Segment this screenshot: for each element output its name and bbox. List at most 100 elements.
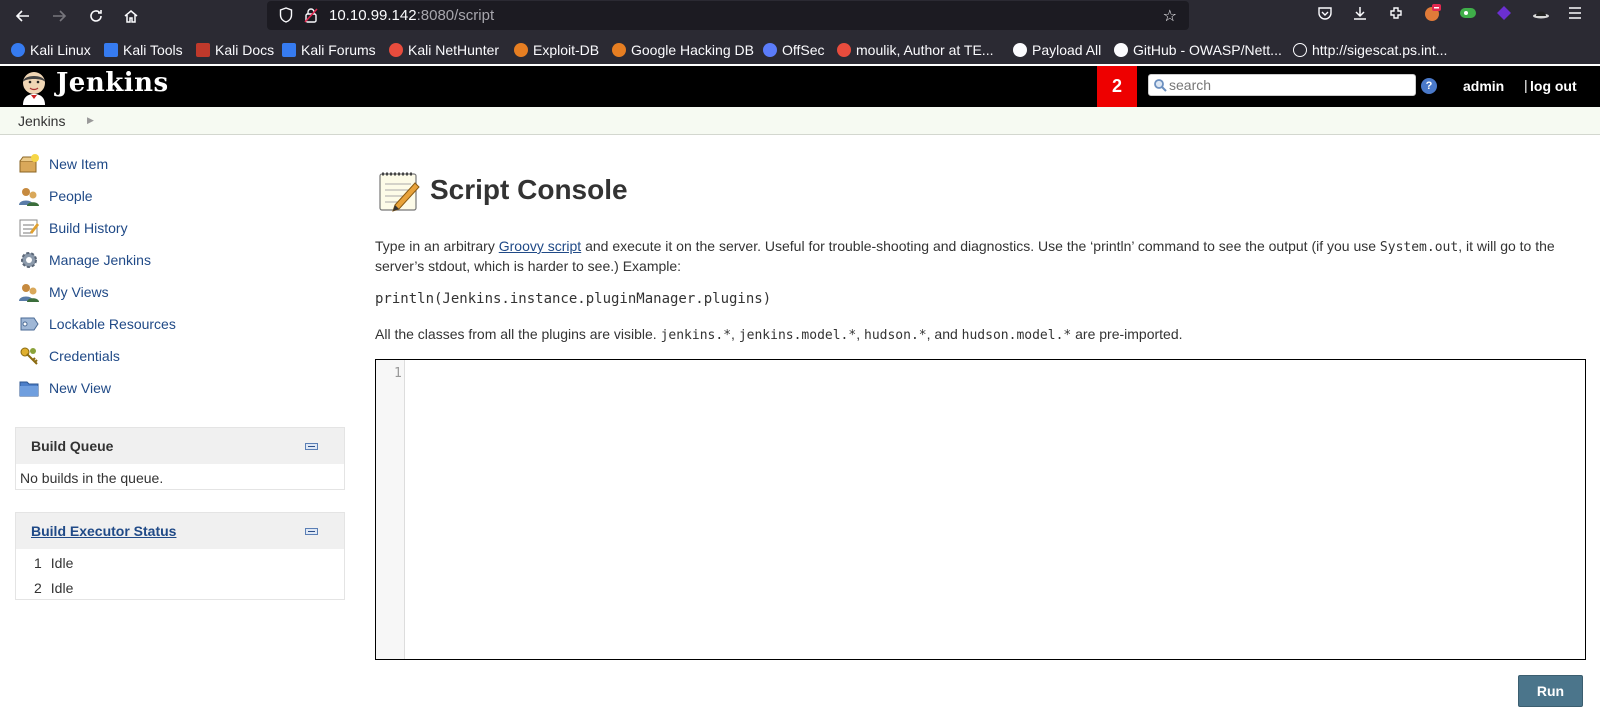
pocket-icon[interactable] <box>1312 0 1338 26</box>
kali-dragon-icon <box>11 43 25 57</box>
bookmark-label: GitHub - OWASP/Nett... <box>1133 42 1282 58</box>
pkg-separator: , <box>731 326 739 342</box>
build-queue-pane: Build Queue No builds in the queue. <box>15 427 345 490</box>
kali-docs-icon <box>196 43 210 57</box>
user-link[interactable]: admin <box>1463 78 1504 94</box>
bookmark-label: OffSec <box>782 42 825 58</box>
kali-tools-icon <box>104 43 118 57</box>
cookie-editor-icon[interactable] <box>1455 0 1481 26</box>
foxyproxy-icon[interactable] <box>1419 0 1445 26</box>
new-item-icon <box>19 154 39 173</box>
sidebar-item-new-view[interactable]: New View <box>18 377 111 399</box>
sidebar-item-my-views[interactable]: My Views <box>18 281 109 303</box>
sidebar-link[interactable]: People <box>49 188 93 204</box>
sidebar-item-people[interactable]: People <box>18 185 93 207</box>
executor-number: 2 <box>34 580 42 596</box>
sidebar-link[interactable]: Build History <box>49 220 128 236</box>
jenkins-header: Jenkins 2 ? admin | log out <box>0 66 1600 107</box>
collapse-icon[interactable] <box>305 528 318 535</box>
people-icon <box>19 188 39 206</box>
jenkins-logo-text[interactable]: Jenkins <box>56 68 169 98</box>
bookmark-kali-docs[interactable]: Kali Docs <box>196 42 274 58</box>
shield-icon[interactable] <box>279 7 293 23</box>
arrow-left-icon <box>15 10 29 22</box>
build-executor-title[interactable]: Build Executor Status <box>31 523 176 539</box>
logout-link[interactable]: log out <box>1530 78 1577 94</box>
menu-icon[interactable] <box>1562 0 1588 26</box>
build-queue-title: Build Queue <box>31 438 114 454</box>
url-bar[interactable]: 10.10.99.142:8080/script ☆ <box>267 1 1189 30</box>
forward-button[interactable] <box>46 3 72 29</box>
ghdb-icon <box>612 43 626 57</box>
breadcrumb-arrow-icon[interactable]: ▶ <box>87 115 94 126</box>
back-button[interactable] <box>10 3 36 29</box>
page-title: Script Console <box>430 174 628 205</box>
sidebar-link[interactable]: Manage Jenkins <box>49 252 151 268</box>
home-button[interactable] <box>118 3 144 29</box>
executor-row: 2 Idle <box>34 580 73 596</box>
bookmarks-bar: Kali Linux Kali Tools Kali Docs Kali For… <box>0 38 1600 64</box>
notification-badge[interactable]: 2 <box>1097 66 1137 107</box>
reload-button[interactable] <box>83 3 109 29</box>
pane-header: Build Queue <box>16 428 344 464</box>
sidebar-item-build-history[interactable]: Build History <box>18 217 128 239</box>
bookmark-google-hacking-db[interactable]: Google Hacking DB <box>612 42 754 58</box>
groovy-script-link[interactable]: Groovy script <box>499 238 581 254</box>
search-box[interactable] <box>1148 74 1416 96</box>
my-views-icon <box>19 284 39 302</box>
sidebar-link[interactable]: New Item <box>49 156 108 172</box>
bookmark-sigescat[interactable]: http://sigescat.ps.int... <box>1293 42 1447 58</box>
bookmark-kali-forums[interactable]: Kali Forums <box>282 42 376 58</box>
breadcrumb-jenkins[interactable]: Jenkins <box>18 113 65 129</box>
bookmark-label: Kali Tools <box>123 42 183 58</box>
executor-status: Idle <box>50 580 74 596</box>
bookmark-label: Kali Forums <box>301 42 376 58</box>
sidebar-link[interactable]: New View <box>49 380 111 396</box>
sidebar-link[interactable]: Credentials <box>49 348 120 364</box>
url-text[interactable]: 10.10.99.142:8080/script <box>329 7 494 24</box>
pkg-hudson: hudson.* <box>864 328 927 343</box>
example-code: println(Jenkins.instance.pluginManager.p… <box>375 291 772 307</box>
pane-header: Build Executor Status <box>16 513 344 549</box>
bookmark-label: Kali Linux <box>30 42 91 58</box>
sidebar-item-new-item[interactable]: New Item <box>18 153 108 175</box>
sidebar-link[interactable]: Lockable Resources <box>49 316 176 332</box>
insecure-lock-icon[interactable] <box>304 7 318 23</box>
search-input[interactable] <box>1169 76 1409 94</box>
bookmark-github-owasp[interactable]: GitHub - OWASP/Nett... <box>1114 42 1282 58</box>
script-textarea[interactable] <box>406 360 1585 659</box>
bookmark-kali-tools[interactable]: Kali Tools <box>104 42 183 58</box>
build-history-icon <box>19 219 39 237</box>
sidebar-item-credentials[interactable]: Credentials <box>18 345 120 367</box>
jenkins-butler-icon[interactable] <box>16 69 52 105</box>
bookmark-label: Kali Docs <box>215 42 275 58</box>
bookmark-offsec[interactable]: OffSec <box>763 42 825 58</box>
bookmark-label: Payload All <box>1032 42 1102 58</box>
script-editor[interactable]: 1 <box>375 359 1586 660</box>
hat-extension-icon[interactable] <box>1528 0 1554 26</box>
sidebar-link[interactable]: My Views <box>49 284 109 300</box>
bookmark-label: Kali NetHunter <box>408 42 500 58</box>
sidebar-item-manage-jenkins[interactable]: Manage Jenkins <box>18 249 151 271</box>
bookmark-payload-all[interactable]: Payload All <box>1013 42 1101 58</box>
bookmark-kali-nethunter[interactable]: Kali NetHunter <box>389 42 499 58</box>
github-icon <box>1114 43 1128 57</box>
bookmark-kali-linux[interactable]: Kali Linux <box>11 42 91 58</box>
sidebar-item-lockable-resources[interactable]: Lockable Resources <box>18 313 176 335</box>
bookmark-star-icon[interactable]: ☆ <box>1163 6 1177 26</box>
run-button[interactable]: Run <box>1518 675 1583 707</box>
executor-number: 1 <box>34 555 42 571</box>
extension-diamond-icon[interactable] <box>1491 0 1517 26</box>
system-out-code: System.out <box>1379 240 1459 255</box>
folder-icon <box>19 381 39 397</box>
bookmark-moulik[interactable]: moulik, Author at TE... <box>837 42 993 58</box>
downloads-icon[interactable] <box>1347 0 1373 26</box>
url-path: :8080/script <box>416 7 495 24</box>
arrow-right-icon <box>53 10 67 22</box>
te-icon <box>837 43 851 57</box>
help-icon[interactable]: ? <box>1421 78 1437 94</box>
pkg-jenkins-model: jenkins.model.* <box>738 328 857 343</box>
bookmark-exploit-db[interactable]: Exploit-DB <box>514 42 599 58</box>
extensions-icon[interactable] <box>1383 0 1409 26</box>
collapse-icon[interactable] <box>305 443 318 450</box>
